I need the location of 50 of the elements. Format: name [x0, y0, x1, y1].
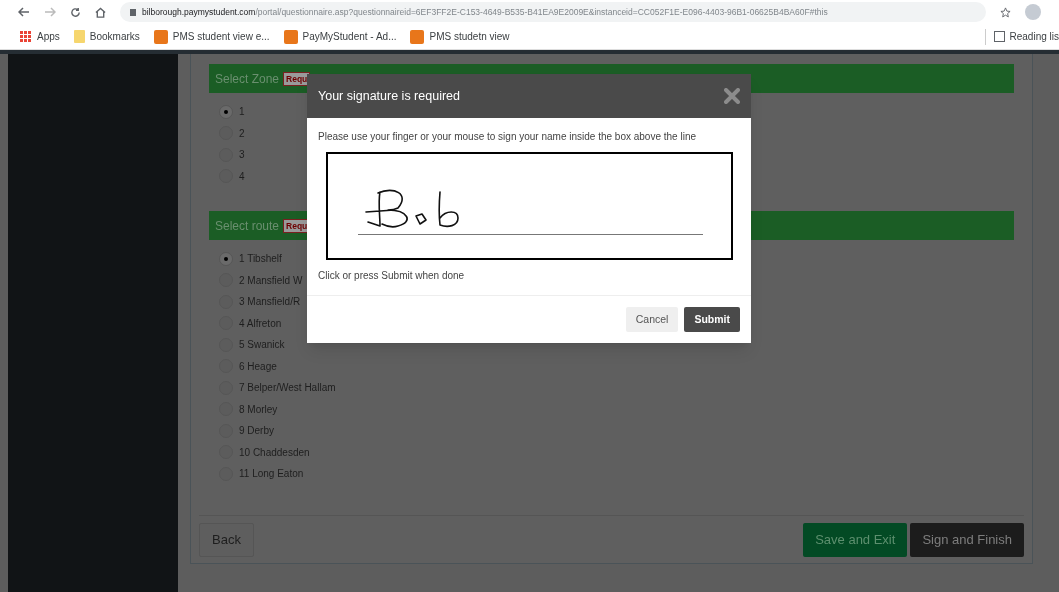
- site-logo-icon: [410, 29, 425, 44]
- profile-avatar[interactable]: [1025, 4, 1041, 20]
- section-title: Select route: [215, 217, 280, 235]
- option-label: 11 Long Eaton: [239, 467, 304, 482]
- forward-icon[interactable]: [44, 7, 56, 17]
- bookmark-item[interactable]: PMS student view e...: [153, 29, 270, 44]
- back-icon[interactable]: [18, 7, 30, 17]
- site-logo-icon: [283, 29, 298, 44]
- dialog-title: Your signature is required: [318, 87, 460, 105]
- radio-button[interactable]: [219, 104, 233, 119]
- option-label: 3 Mansfield/R: [239, 295, 301, 310]
- close-icon[interactable]: [724, 88, 740, 104]
- section-title: Select Zone: [215, 70, 280, 88]
- url-host: bilborough.paymystudent.com: [142, 5, 256, 19]
- instruction-text: Please use your finger or your mouse to sign your name inside the box above the line: [318, 130, 697, 144]
- option-label: 10 Chaddesden: [239, 445, 310, 460]
- option-label: 4: [239, 169, 245, 184]
- home-icon[interactable]: [95, 6, 106, 18]
- reading-list-button[interactable]: Reading lis: [993, 29, 1059, 44]
- site-logo-icon: [153, 29, 168, 44]
- address-bar[interactable]: bilborough.paymystudent.com/portal/questionnaire.asp?questionnaireid=6EF3FF2E-C153-4649-B535-B41EA9E2009E&instanceid=CC052F1E-E096-4403-96B1-06625B4BA60F#this: [120, 2, 986, 22]
- option-label: 8 Morley: [239, 402, 278, 417]
- option-label: 5 Swanick: [239, 338, 285, 353]
- star-icon[interactable]: [1000, 6, 1011, 18]
- folder-icon: [73, 30, 85, 43]
- option-label: 9 Derby: [239, 424, 274, 439]
- reload-icon[interactable]: [70, 6, 81, 18]
- required-badge: Requ: [283, 71, 311, 86]
- apps-grid-icon: [20, 30, 32, 43]
- option-label: 3: [239, 148, 245, 163]
- radio-button[interactable]: [219, 251, 233, 266]
- submit-button[interactable]: Submit: [684, 307, 740, 332]
- option-label: 1: [239, 105, 245, 120]
- option-label: 6 Heage: [239, 359, 277, 374]
- bookmark-item[interactable]: Bookmarks: [73, 29, 140, 44]
- option-label: 1 Tibshelf: [239, 252, 282, 267]
- option-label: 7 Belper/West Hallam: [239, 381, 336, 396]
- bookmark-item[interactable]: Apps: [20, 29, 60, 44]
- lock-icon: [130, 8, 136, 16]
- cancel-button[interactable]: Cancel: [625, 307, 679, 332]
- option-label: 4 Alfreton: [239, 316, 282, 331]
- submit-hint: Click or press Submit when done: [318, 269, 466, 283]
- bookmark-item[interactable]: PayMyStudent - Ad...: [283, 29, 397, 44]
- list-icon: [993, 31, 1005, 42]
- option-label: 2: [239, 126, 245, 141]
- sign-and-finish-button[interactable]: Sign and Finish: [910, 523, 1024, 557]
- option-label: 2 Mansfield W: [239, 273, 303, 288]
- signature-pad[interactable]: [326, 152, 733, 260]
- bookmark-item[interactable]: PMS studetn view: [410, 29, 510, 44]
- url-path: /portal/questionnaire.asp?questionnaireid=6EF3FF2E-C153-4649-B535-B41EA9E2009E&instanceid=CC052F1E-E096-4403-96B1-06625B4BA60F#this: [255, 5, 828, 19]
